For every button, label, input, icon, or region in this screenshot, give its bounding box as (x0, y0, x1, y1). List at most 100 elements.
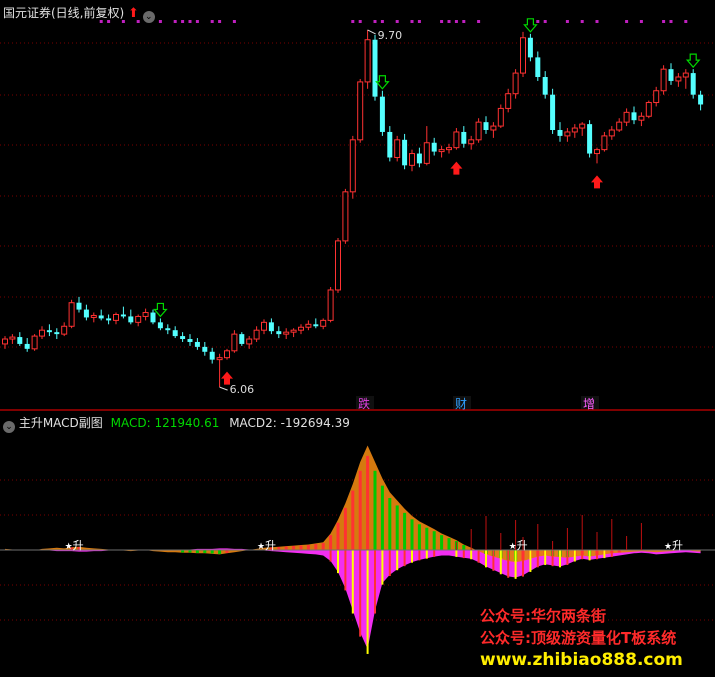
up-arrow-icon[interactable]: ⬆ (128, 6, 139, 21)
candle-body-5 (39, 329, 45, 337)
candle-body-0 (2, 338, 8, 345)
subpanel-menu-button[interactable]: ⌄ (3, 421, 15, 433)
candle-body-24 (180, 336, 186, 340)
signal-dot-26 (565, 20, 569, 23)
macd2-hist-bar-78 (581, 550, 584, 560)
signal-dot-4 (158, 20, 162, 23)
signal-dot-10 (218, 20, 222, 23)
candle-body-4 (31, 335, 38, 350)
sell-arrow-icon-0 (153, 302, 168, 318)
macd2-hist-bar-72 (536, 550, 539, 568)
macd-hist-bar-28 (210, 550, 214, 554)
sell-arrow-icon-3 (685, 53, 701, 69)
candle-body-27 (202, 346, 208, 352)
buy-arrow-icon-1 (450, 161, 463, 175)
signal-dot-5 (173, 20, 177, 23)
candle-body-61 (453, 131, 460, 149)
signal-dot-15 (380, 20, 384, 23)
top-panel-title[interactable]: 国元证券(日线,前复权) (3, 6, 124, 20)
macd-hist-bar-53 (395, 505, 399, 550)
candle-body-62 (461, 131, 467, 144)
macd-hist-bar-55 (410, 519, 414, 550)
candle-body-51 (379, 96, 385, 132)
candle-body-19 (142, 312, 149, 317)
star-signal-3-icon: ★ (664, 542, 672, 552)
macd2-hist-bar-65 (485, 550, 487, 568)
macd2-hist-bar-71 (529, 550, 532, 572)
candle-body-16 (120, 314, 126, 317)
candle-body-10 (76, 302, 82, 310)
candle-body-70 (520, 37, 526, 74)
candle-body-59 (438, 149, 445, 153)
macd2-hist-bar-55 (411, 550, 413, 563)
candle-body-49 (364, 39, 371, 83)
candle-body-31 (231, 333, 238, 352)
candle-body-77 (571, 127, 578, 133)
macd-hist-bar-48 (358, 470, 362, 550)
candle-body-90 (668, 69, 674, 81)
candle-body-72 (535, 57, 541, 78)
macd-hist-bar-62 (462, 545, 466, 550)
macd2-hist-bar-53 (396, 550, 399, 571)
candle-body-68 (505, 93, 512, 109)
macd-hist-bar-29 (218, 550, 222, 554)
macd2-hist-bar-44 (329, 550, 332, 562)
candle-body-44 (327, 289, 334, 321)
event-label-2: 增 (583, 397, 595, 411)
macd2-hist-bar-70 (522, 550, 524, 577)
candle-body-54 (402, 139, 408, 166)
signal-dot-20 (447, 20, 451, 23)
macd-hist-bar-47 (351, 490, 355, 550)
macd2-hist-bar-46 (344, 550, 347, 591)
candle-body-18 (135, 315, 142, 323)
candle-body-38 (283, 331, 290, 335)
candle-body-12 (90, 314, 97, 318)
candle-body-75 (557, 130, 563, 136)
macd2-hist-bar-68 (507, 550, 510, 578)
macd2-hist-bar-62 (462, 550, 465, 559)
candle-body-92 (682, 72, 689, 78)
candle-body-55 (409, 153, 415, 166)
signal-label-3: 升 (672, 539, 683, 552)
candle-body-85 (631, 112, 637, 121)
candle-body-34 (253, 329, 260, 340)
bottom-panel-title[interactable]: 主升MACD副图 (19, 416, 103, 430)
candle-body-28 (209, 351, 215, 360)
macd-hist-bar-44 (329, 535, 333, 550)
macd2-hist-bar-76 (566, 550, 569, 566)
panel-menu-button[interactable]: ⌄ (142, 11, 155, 23)
candle-body-45 (335, 240, 341, 291)
candle-body-14 (106, 318, 112, 321)
macd2-hist-bar-80 (596, 550, 598, 560)
macd2-hist-bar-49 (366, 550, 369, 654)
candle-body-35 (261, 321, 267, 331)
candle-body-94 (698, 94, 704, 105)
candle-body-60 (446, 147, 452, 151)
signal-dot-24 (536, 20, 540, 23)
candle-body-20 (150, 312, 156, 323)
candle-body-52 (387, 131, 393, 158)
candle-body-91 (675, 76, 682, 82)
candle-body-17 (128, 316, 134, 323)
signal-dot-29 (625, 20, 629, 23)
candle-body-86 (638, 115, 645, 121)
bottom-panel-header: ⌄ 主升MACD副图 MACD: 121940.61 MACD2: -19269… (3, 414, 350, 433)
candle-body-88 (653, 90, 660, 104)
low-price-label: 6.06 (230, 383, 255, 396)
star-signal-0-icon: ★ (65, 542, 73, 552)
macd2-hist-bar-67 (499, 550, 502, 575)
candle-body-42 (313, 324, 319, 327)
macd-hist-bar-52 (388, 498, 392, 550)
macd2-hist-bar-50 (374, 550, 376, 614)
candle-body-43 (320, 319, 327, 327)
watermark-line-2: 公众号:顶级游资量化T板系统 (480, 629, 677, 647)
candle-body-21 (157, 322, 163, 329)
event-label-0: 跌 (358, 396, 370, 411)
candle-body-50 (372, 39, 378, 97)
sell-arrow-icon-2 (523, 18, 538, 33)
candle-body-89 (660, 68, 667, 92)
candle-body-7 (54, 332, 60, 335)
macd-hist-bar-39 (292, 546, 296, 550)
candle-body-15 (113, 313, 119, 321)
candle-body-47 (349, 139, 356, 193)
